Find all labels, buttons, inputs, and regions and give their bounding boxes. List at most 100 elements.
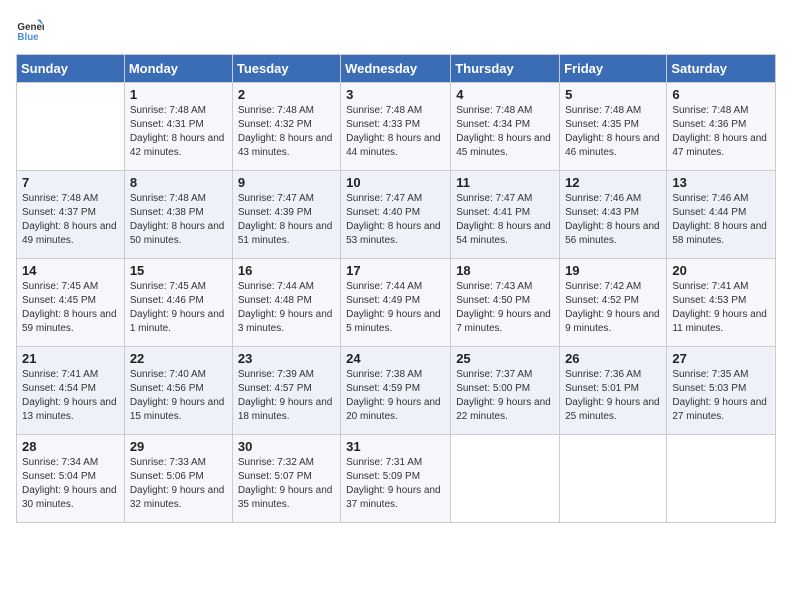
day-number: 9: [238, 175, 335, 190]
day-cell: 1 Sunrise: 7:48 AMSunset: 4:31 PMDaylight…: [124, 83, 232, 171]
day-cell: 4 Sunrise: 7:48 AMSunset: 4:34 PMDaylight…: [451, 83, 560, 171]
header-friday: Friday: [560, 55, 667, 83]
day-cell: 8Sunrise: 7:48 AMSunset: 4:38 PMDaylight…: [124, 171, 232, 259]
day-number: 23: [238, 351, 335, 366]
day-cell: [667, 435, 776, 523]
logo-icon: General Blue: [16, 16, 44, 44]
day-number: 3: [346, 87, 445, 102]
day-info: Sunrise: 7:38 AMSunset: 4:59 PMDaylight:…: [346, 368, 445, 424]
svg-text:Blue: Blue: [17, 32, 39, 43]
header-row: SundayMondayTuesdayWednesdayThursdayFrid…: [17, 55, 776, 83]
day-number: 27: [672, 351, 770, 366]
day-cell: 28 Sunrise: 7:34 AMSunset: 5:04 PMDayligh…: [17, 435, 125, 523]
day-info: Sunrise: 7:34 AMSunset: 5:04 PMDaylight:…: [22, 456, 119, 512]
week-row-1: 1 Sunrise: 7:48 AMSunset: 4:31 PMDaylight…: [17, 83, 776, 171]
day-cell: 27 Sunrise: 7:35 AMSunset: 5:03 PMDayligh…: [667, 347, 776, 435]
day-info: Sunrise: 7:41 AMSunset: 4:53 PMDaylight:…: [672, 280, 770, 336]
week-row-5: 28 Sunrise: 7:34 AMSunset: 5:04 PMDayligh…: [17, 435, 776, 523]
day-number: 20: [672, 263, 770, 278]
day-cell: 30 Sunrise: 7:32 AMSunset: 5:07 PMDayligh…: [232, 435, 340, 523]
day-number: 25: [456, 351, 554, 366]
day-info: Sunrise: 7:40 AMSunset: 4:56 PMDaylight:…: [130, 368, 227, 424]
day-cell: 3 Sunrise: 7:48 AMSunset: 4:33 PMDaylight…: [341, 83, 451, 171]
logo: General Blue: [16, 16, 48, 44]
day-cell: 23 Sunrise: 7:39 AMSunset: 4:57 PMDayligh…: [232, 347, 340, 435]
day-cell: 10Sunrise: 7:47 AMSunset: 4:40 PMDayligh…: [341, 171, 451, 259]
week-row-4: 21 Sunrise: 7:41 AMSunset: 4:54 PMDayligh…: [17, 347, 776, 435]
day-number: 1: [130, 87, 227, 102]
day-number: 21: [22, 351, 119, 366]
calendar-table: SundayMondayTuesdayWednesdayThursdayFrid…: [16, 54, 776, 523]
day-cell: 11 Sunrise: 7:47 AMSunset: 4:41 PMDayligh…: [451, 171, 560, 259]
day-number: 29: [130, 439, 227, 454]
day-number: 6: [672, 87, 770, 102]
day-cell: 31Sunrise: 7:31 AMSunset: 5:09 PMDayligh…: [341, 435, 451, 523]
day-info: Sunrise: 7:47 AMSunset: 4:41 PMDaylight:…: [456, 192, 554, 248]
day-info: Sunrise: 7:36 AMSunset: 5:01 PMDaylight:…: [565, 368, 661, 424]
day-cell: 2Sunrise: 7:48 AMSunset: 4:32 PMDaylight…: [232, 83, 340, 171]
day-info: Sunrise: 7:48 AMSunset: 4:31 PMDaylight:…: [130, 104, 227, 160]
day-info: Sunrise: 7:46 AMSunset: 4:43 PMDaylight:…: [565, 192, 661, 248]
day-info: Sunrise: 7:31 AMSunset: 5:09 PMDaylight:…: [346, 456, 445, 512]
day-number: 4: [456, 87, 554, 102]
day-info: Sunrise: 7:45 AMSunset: 4:45 PMDaylight:…: [22, 280, 119, 336]
day-info: Sunrise: 7:48 AMSunset: 4:38 PMDaylight:…: [130, 192, 227, 248]
day-number: 17: [346, 263, 445, 278]
day-cell: 25 Sunrise: 7:37 AMSunset: 5:00 PMDayligh…: [451, 347, 560, 435]
day-number: 19: [565, 263, 661, 278]
day-info: Sunrise: 7:48 AMSunset: 4:35 PMDaylight:…: [565, 104, 661, 160]
day-number: 22: [130, 351, 227, 366]
day-cell: 12 Sunrise: 7:46 AMSunset: 4:43 PMDayligh…: [560, 171, 667, 259]
day-cell: 22 Sunrise: 7:40 AMSunset: 4:56 PMDayligh…: [124, 347, 232, 435]
week-row-3: 14Sunrise: 7:45 AMSunset: 4:45 PMDayligh…: [17, 259, 776, 347]
day-cell: 5Sunrise: 7:48 AMSunset: 4:35 PMDaylight…: [560, 83, 667, 171]
day-info: Sunrise: 7:48 AMSunset: 4:34 PMDaylight:…: [456, 104, 554, 160]
day-number: 18: [456, 263, 554, 278]
day-info: Sunrise: 7:42 AMSunset: 4:52 PMDaylight:…: [565, 280, 661, 336]
day-number: 16: [238, 263, 335, 278]
day-cell: 15Sunrise: 7:45 AMSunset: 4:46 PMDayligh…: [124, 259, 232, 347]
day-cell: 13 Sunrise: 7:46 AMSunset: 4:44 PMDayligh…: [667, 171, 776, 259]
day-info: Sunrise: 7:47 AMSunset: 4:39 PMDaylight:…: [238, 192, 335, 248]
day-cell: [17, 83, 125, 171]
day-cell: 9 Sunrise: 7:47 AMSunset: 4:39 PMDaylight…: [232, 171, 340, 259]
day-info: Sunrise: 7:46 AMSunset: 4:44 PMDaylight:…: [672, 192, 770, 248]
day-number: 11: [456, 175, 554, 190]
day-cell: 19 Sunrise: 7:42 AMSunset: 4:52 PMDayligh…: [560, 259, 667, 347]
day-info: Sunrise: 7:33 AMSunset: 5:06 PMDaylight:…: [130, 456, 227, 512]
day-cell: [560, 435, 667, 523]
day-info: Sunrise: 7:48 AMSunset: 4:33 PMDaylight:…: [346, 104, 445, 160]
day-number: 26: [565, 351, 661, 366]
week-row-2: 7 Sunrise: 7:48 AMSunset: 4:37 PMDaylight…: [17, 171, 776, 259]
day-cell: [451, 435, 560, 523]
day-info: Sunrise: 7:45 AMSunset: 4:46 PMDaylight:…: [130, 280, 227, 336]
day-info: Sunrise: 7:41 AMSunset: 4:54 PMDaylight:…: [22, 368, 119, 424]
day-cell: 29 Sunrise: 7:33 AMSunset: 5:06 PMDayligh…: [124, 435, 232, 523]
day-info: Sunrise: 7:48 AMSunset: 4:32 PMDaylight:…: [238, 104, 335, 160]
day-number: 7: [22, 175, 119, 190]
day-info: Sunrise: 7:48 AMSunset: 4:36 PMDaylight:…: [672, 104, 770, 160]
day-number: 24: [346, 351, 445, 366]
day-cell: 17 Sunrise: 7:44 AMSunset: 4:49 PMDayligh…: [341, 259, 451, 347]
day-info: Sunrise: 7:43 AMSunset: 4:50 PMDaylight:…: [456, 280, 554, 336]
day-info: Sunrise: 7:44 AMSunset: 4:49 PMDaylight:…: [346, 280, 445, 336]
day-cell: 24 Sunrise: 7:38 AMSunset: 4:59 PMDayligh…: [341, 347, 451, 435]
day-number: 10: [346, 175, 445, 190]
day-info: Sunrise: 7:32 AMSunset: 5:07 PMDaylight:…: [238, 456, 335, 512]
day-cell: 20 Sunrise: 7:41 AMSunset: 4:53 PMDayligh…: [667, 259, 776, 347]
day-number: 28: [22, 439, 119, 454]
day-cell: 14Sunrise: 7:45 AMSunset: 4:45 PMDayligh…: [17, 259, 125, 347]
day-number: 30: [238, 439, 335, 454]
header-tuesday: Tuesday: [232, 55, 340, 83]
day-cell: 18 Sunrise: 7:43 AMSunset: 4:50 PMDayligh…: [451, 259, 560, 347]
page-header: General Blue: [16, 16, 776, 44]
day-cell: 26 Sunrise: 7:36 AMSunset: 5:01 PMDayligh…: [560, 347, 667, 435]
header-thursday: Thursday: [451, 55, 560, 83]
day-number: 12: [565, 175, 661, 190]
day-info: Sunrise: 7:37 AMSunset: 5:00 PMDaylight:…: [456, 368, 554, 424]
day-info: Sunrise: 7:39 AMSunset: 4:57 PMDaylight:…: [238, 368, 335, 424]
day-info: Sunrise: 7:48 AMSunset: 4:37 PMDaylight:…: [22, 192, 119, 248]
header-monday: Monday: [124, 55, 232, 83]
day-info: Sunrise: 7:35 AMSunset: 5:03 PMDaylight:…: [672, 368, 770, 424]
day-number: 13: [672, 175, 770, 190]
